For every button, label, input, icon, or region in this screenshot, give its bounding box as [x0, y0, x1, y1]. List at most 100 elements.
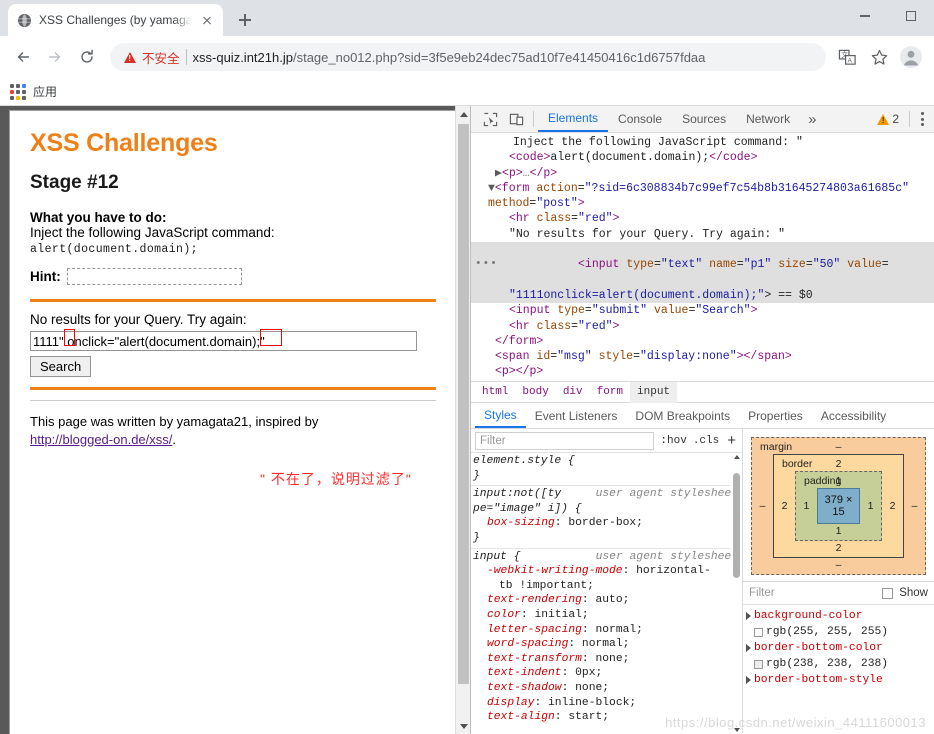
- expand-arrow-icon[interactable]: [746, 644, 751, 652]
- css-property[interactable]: text-rendering: [487, 594, 582, 606]
- query-input[interactable]: 1111" onclick="alert(document.domain);": [30, 331, 417, 351]
- dom-line[interactable]: </form>: [471, 334, 934, 349]
- breadcrumb-input[interactable]: input: [630, 381, 678, 403]
- css-property[interactable]: text-indent: [487, 667, 562, 679]
- css-value[interactable]: horizontal-: [636, 565, 711, 577]
- tab-elements[interactable]: Elements: [538, 106, 609, 132]
- dom-line[interactable]: <input type="submit" value="Search">: [471, 303, 934, 318]
- css-property[interactable]: letter-spacing: [487, 624, 582, 636]
- css-property[interactable]: text-shadow: [487, 682, 562, 694]
- box-margin[interactable]: margin – – border 2 2 padding 1 1 379 × …: [751, 437, 926, 575]
- css-property[interactable]: text-align: [487, 711, 555, 723]
- bookmark-apps-label[interactable]: 应用: [33, 83, 57, 100]
- css-value[interactable]: start;: [568, 711, 609, 723]
- css-value[interactable]: auto;: [595, 594, 629, 606]
- dom-line[interactable]: <hr class="red">: [471, 319, 934, 334]
- url-text[interactable]: xss-quiz.int21h.jp/stage_no012.php?sid=3…: [193, 50, 822, 65]
- padding-left-value[interactable]: 1: [796, 500, 817, 512]
- page-scrollbar[interactable]: [455, 106, 470, 734]
- padding-right-value[interactable]: 1: [860, 500, 881, 512]
- scrollbar-thumb[interactable]: [458, 124, 469, 684]
- breadcrumb-html[interactable]: html: [475, 382, 515, 403]
- computed-properties-list[interactable]: background-color rgb(255, 255, 255) bord…: [743, 605, 934, 734]
- cls-toggle[interactable]: .cls: [693, 435, 719, 447]
- box-model-diagram[interactable]: margin – – border 2 2 padding 1 1 379 × …: [743, 429, 934, 581]
- more-options-icon[interactable]: [914, 112, 934, 126]
- styles-scroll-up-arrow[interactable]: [733, 455, 742, 459]
- tab-sources[interactable]: Sources: [672, 106, 736, 132]
- css-value[interactable]: border-box;: [568, 517, 643, 529]
- breadcrumb-body[interactable]: body: [515, 382, 555, 403]
- show-all-label[interactable]: Show: [899, 587, 928, 599]
- box-content-size[interactable]: 379 × 15: [816, 488, 861, 524]
- border-right-value[interactable]: 2: [882, 500, 903, 512]
- close-icon[interactable]: [199, 12, 215, 28]
- css-property[interactable]: word-spacing: [487, 638, 568, 650]
- expand-arrow-icon[interactable]: ▶: [495, 167, 502, 180]
- css-value[interactable]: normal;: [582, 638, 629, 650]
- css-selector[interactable]: input {: [473, 550, 520, 565]
- tab-console[interactable]: Console: [608, 106, 672, 132]
- css-property[interactable]: box-sizing: [487, 517, 555, 529]
- address-bar[interactable]: 不安全 xss-quiz.int21h.jp/stage_no012.php?s…: [110, 43, 826, 71]
- computed-property-row[interactable]: border-bottom-color: [743, 640, 934, 656]
- profile-avatar[interactable]: [896, 42, 926, 72]
- dom-line[interactable]: "No results for your Query. Try again: ": [471, 227, 934, 242]
- collapse-arrow-icon[interactable]: ▼: [488, 182, 495, 195]
- show-all-checkbox[interactable]: [882, 587, 894, 599]
- border-bottom-value[interactable]: 2: [774, 541, 903, 554]
- css-value[interactable]: initial;: [534, 609, 588, 621]
- tab-properties[interactable]: Properties: [739, 403, 812, 428]
- css-value[interactable]: 0px;: [575, 667, 602, 679]
- dom-line[interactable]: <span id="msg" style="display:none"></sp…: [471, 349, 934, 364]
- expand-arrow-icon[interactable]: [746, 676, 751, 684]
- hint-input[interactable]: [66, 268, 242, 285]
- minimize-button[interactable]: [842, 0, 888, 32]
- dom-line[interactable]: <hr class="red">: [471, 211, 934, 226]
- styles-filter-input[interactable]: Filter: [475, 431, 655, 450]
- css-value[interactable]: none;: [575, 682, 609, 694]
- css-property[interactable]: display: [487, 697, 534, 709]
- styles-scrollbar[interactable]: [731, 453, 742, 734]
- search-button[interactable]: Search: [30, 356, 92, 377]
- css-selector[interactable]: element.style {: [473, 454, 575, 469]
- computed-property-row[interactable]: background-color: [743, 608, 934, 624]
- browser-tab[interactable]: XSS Challenges (by yamagata21): [8, 4, 223, 36]
- css-property[interactable]: color: [487, 609, 521, 621]
- padding-bottom-value[interactable]: 1: [796, 524, 881, 537]
- css-property[interactable]: text-transform: [487, 653, 582, 665]
- margin-bottom-value[interactable]: –: [752, 558, 925, 571]
- box-padding[interactable]: padding 1 1 379 × 15 1 1: [794, 471, 883, 541]
- tab-network[interactable]: Network: [736, 106, 800, 132]
- css-selector[interactable]: input:not([ty: [473, 487, 561, 502]
- dom-line[interactable]: ▶<p>…</p>: [471, 166, 934, 181]
- margin-right-value[interactable]: –: [904, 500, 925, 512]
- scroll-down-arrow[interactable]: [456, 718, 470, 734]
- tab-styles[interactable]: Styles: [475, 403, 526, 428]
- translate-icon[interactable]: 文 A: [832, 42, 862, 72]
- styles-scroll-thumb[interactable]: [733, 473, 740, 578]
- forward-button[interactable]: [40, 42, 70, 72]
- warning-badge[interactable]: 2: [877, 112, 905, 126]
- new-style-rule-button[interactable]: +: [725, 432, 738, 449]
- css-property[interactable]: -webkit-writing-mode: [487, 565, 623, 577]
- dom-tree[interactable]: Inject the following JavaScript command:…: [471, 133, 934, 381]
- color-swatch[interactable]: [754, 627, 763, 637]
- color-swatch[interactable]: [754, 659, 763, 669]
- dom-line[interactable]: <p></p>: [471, 364, 934, 379]
- expand-arrow-icon[interactable]: [746, 612, 751, 620]
- css-value[interactable]: inline-block;: [548, 697, 636, 709]
- back-button[interactable]: [8, 42, 38, 72]
- bookmark-star-icon[interactable]: [864, 42, 894, 72]
- styles-scroll-down-arrow[interactable]: [733, 728, 742, 732]
- more-tabs-chevron-icon[interactable]: »: [800, 111, 824, 128]
- breadcrumb-form[interactable]: form: [590, 382, 630, 403]
- css-rules-list[interactable]: element.style { } input:not([ty user agen…: [471, 453, 742, 734]
- box-border[interactable]: border 2 2 padding 1 1 379 × 15 1 1 2 2: [773, 454, 904, 558]
- scroll-up-arrow[interactable]: [456, 106, 470, 122]
- dom-line-selected-cont[interactable]: "1111onclick=alert(document.domain);"> =…: [471, 287, 934, 304]
- hov-toggle[interactable]: :hov: [660, 435, 686, 447]
- css-value[interactable]: normal;: [595, 624, 642, 636]
- tab-event-listeners[interactable]: Event Listeners: [526, 403, 627, 428]
- css-rule[interactable]: input {user agent stylesheet -webkit-wri…: [471, 549, 742, 727]
